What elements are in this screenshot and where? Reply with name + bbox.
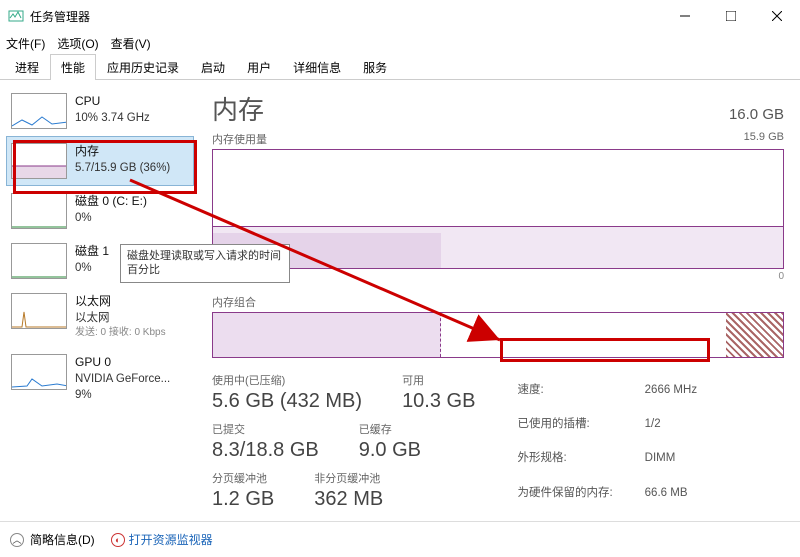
capacity: 16.0 GB bbox=[729, 106, 784, 123]
commit-label: 已提交 bbox=[212, 421, 319, 437]
disk1-sub: 0% bbox=[75, 260, 109, 276]
hw-value: 66.6 MB bbox=[645, 477, 697, 509]
eth-sub: 以太网 bbox=[75, 310, 166, 326]
used-value: 5.6 GB (432 MB) bbox=[212, 390, 362, 413]
avail-value: 10.3 GB bbox=[402, 390, 475, 413]
footer: ︿ 简略信息(D) ◐ 打开资源监视器 bbox=[0, 521, 800, 557]
window-title: 任务管理器 bbox=[30, 8, 662, 25]
memory-label: 内存 bbox=[75, 143, 170, 160]
tab-performance[interactable]: 性能 bbox=[50, 54, 96, 80]
sidebar-item-gpu0[interactable]: GPU 0NVIDIA GeForce...9% bbox=[6, 347, 194, 410]
menu-options[interactable]: 选项(O) bbox=[57, 35, 98, 52]
cpu-label: CPU bbox=[75, 93, 150, 110]
cached-label: 已缓存 bbox=[359, 421, 421, 437]
sidebar-item-disk0[interactable]: 磁盘 0 (C: E:)0% bbox=[6, 186, 194, 236]
speed-value: 2666 MHz bbox=[645, 374, 697, 406]
nonpaged-value: 362 MB bbox=[314, 488, 383, 511]
usage-label: 内存使用量 bbox=[212, 131, 267, 147]
tab-bar: 进程 性能 应用历史记录 启动 用户 详细信息 服务 bbox=[0, 54, 800, 80]
slots-value: 1/2 bbox=[645, 408, 697, 440]
sidebar-item-memory[interactable]: 内存5.7/15.9 GB (36%) bbox=[6, 136, 194, 186]
memory-details-table: 速度:2666 MHz 已使用的插槽:1/2 外形规格:DIMM 为硬件保留的内… bbox=[515, 372, 699, 511]
cached-value: 9.0 GB bbox=[359, 439, 421, 462]
gpu-sub: NVIDIA GeForce... bbox=[75, 371, 170, 387]
sidebar-item-ethernet[interactable]: 以太网以太网发送: 0 接收: 0 Kbps bbox=[6, 286, 194, 347]
disk0-label: 磁盘 0 (C: E:) bbox=[75, 193, 147, 210]
form-value: DIMM bbox=[645, 443, 697, 475]
used-label: 使用中(已压缩) bbox=[212, 372, 362, 388]
menu-file[interactable]: 文件(F) bbox=[6, 35, 45, 52]
avail-label: 可用 bbox=[402, 372, 475, 388]
speed-key: 速度: bbox=[517, 374, 642, 406]
chevron-up-icon[interactable]: ︿ bbox=[10, 533, 24, 547]
memory-usage-graph bbox=[212, 149, 784, 269]
disk0-sub: 0% bbox=[75, 210, 147, 226]
sidebar-item-cpu[interactable]: CPU10% 3.74 GHz bbox=[6, 86, 194, 136]
nonpaged-label: 非分页缓冲池 bbox=[314, 470, 383, 486]
tab-history[interactable]: 应用历史记录 bbox=[96, 54, 190, 80]
eth-label: 以太网 bbox=[75, 293, 166, 310]
tab-processes[interactable]: 进程 bbox=[4, 54, 50, 80]
maximize-button[interactable] bbox=[708, 0, 754, 32]
eth-sub2: 发送: 0 接收: 0 Kbps bbox=[75, 326, 166, 340]
memory-composition-graph bbox=[212, 312, 784, 358]
composition-label: 内存组合 bbox=[212, 294, 784, 310]
tab-details[interactable]: 详细信息 bbox=[282, 54, 352, 80]
hw-key: 为硬件保留的内存: bbox=[517, 477, 642, 509]
main-title: 内存 bbox=[212, 90, 264, 127]
scale-zero: 0 bbox=[212, 271, 784, 282]
gpu-label: GPU 0 bbox=[75, 354, 170, 371]
resmon-icon: ◐ bbox=[111, 533, 125, 547]
tooltip: 磁盘处理读取或写入请求的时间百分比 bbox=[120, 244, 290, 283]
brief-info-link[interactable]: 简略信息(D) bbox=[30, 531, 95, 548]
memory-sub: 5.7/15.9 GB (36%) bbox=[75, 160, 170, 176]
usage-max: 15.9 GB bbox=[744, 131, 784, 147]
slots-key: 已使用的插槽: bbox=[517, 408, 642, 440]
paged-label: 分页缓冲池 bbox=[212, 470, 274, 486]
tab-services[interactable]: 服务 bbox=[352, 54, 398, 80]
main-panel: 内存 16.0 GB 内存使用量 15.9 GB 0 内存组合 使用中(已压缩)… bbox=[200, 80, 800, 507]
disk1-label: 磁盘 1 bbox=[75, 243, 109, 260]
commit-value: 8.3/18.8 GB bbox=[212, 439, 319, 462]
tab-users[interactable]: 用户 bbox=[236, 54, 282, 80]
app-icon bbox=[8, 8, 24, 24]
gpu-sub2: 9% bbox=[75, 387, 170, 403]
form-key: 外形规格: bbox=[517, 443, 642, 475]
menu-view[interactable]: 查看(V) bbox=[111, 35, 151, 52]
cpu-sub: 10% 3.74 GHz bbox=[75, 110, 150, 126]
sidebar: CPU10% 3.74 GHz 内存5.7/15.9 GB (36%) 磁盘 0… bbox=[0, 80, 200, 507]
minimize-button[interactable] bbox=[662, 0, 708, 32]
tab-startup[interactable]: 启动 bbox=[190, 54, 236, 80]
close-button[interactable] bbox=[754, 0, 800, 32]
menu-bar: 文件(F) 选项(O) 查看(V) bbox=[0, 32, 800, 54]
resource-monitor-link[interactable]: ◐ 打开资源监视器 bbox=[111, 531, 213, 548]
paged-value: 1.2 GB bbox=[212, 488, 274, 511]
